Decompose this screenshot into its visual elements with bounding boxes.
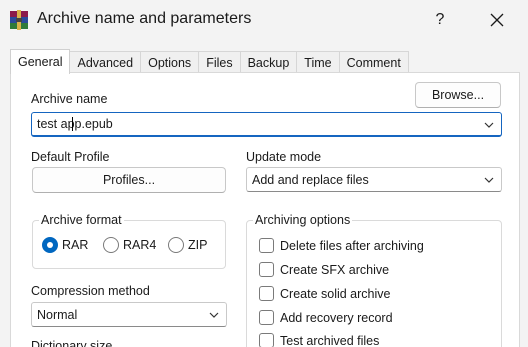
radio-rar-label: RAR xyxy=(62,238,89,252)
radio-rar[interactable]: RAR xyxy=(42,237,88,253)
default-profile-label: Default Profile xyxy=(31,150,110,164)
archive-name-combobox[interactable]: test app.epub xyxy=(31,112,502,137)
help-button[interactable]: ? xyxy=(418,6,462,34)
close-button[interactable] xyxy=(475,6,519,34)
checkbox-icon xyxy=(259,238,274,253)
tab-options[interactable]: Options xyxy=(140,51,200,73)
compression-method-label: Compression method xyxy=(31,284,150,298)
tab-advanced[interactable]: Advanced xyxy=(69,51,142,73)
checkbox-test-files[interactable]: Test archived files xyxy=(259,333,379,347)
tab-files[interactable]: Files xyxy=(198,51,241,73)
radio-rar4-label: RAR4 xyxy=(123,238,157,252)
archive-format-group: Archive format RAR RAR4 ZIP xyxy=(32,213,226,269)
archive-name-label: Archive name xyxy=(31,92,108,106)
checkbox-delete-files[interactable]: Delete files after archiving xyxy=(259,238,424,253)
radio-unselected-icon xyxy=(168,237,184,253)
checkbox-create-sfx[interactable]: Create SFX archive xyxy=(259,262,389,277)
chevron-down-icon xyxy=(484,177,494,183)
checkbox-icon xyxy=(259,262,274,277)
chevron-down-icon xyxy=(209,312,219,318)
winrar-app-icon xyxy=(10,10,28,30)
checkbox-icon xyxy=(259,310,274,325)
radio-zip-label: ZIP xyxy=(188,238,208,252)
archive-name-value: test app.epub xyxy=(37,117,113,131)
window-title: Archive name and parameters xyxy=(37,10,252,27)
tab-bar: General Advanced Options Files Backup Ti… xyxy=(10,49,409,74)
profiles-button[interactable]: Profiles... xyxy=(32,167,226,193)
archiving-options-group: Archiving options Delete files after arc… xyxy=(246,213,502,347)
close-icon xyxy=(490,13,504,27)
radio-unselected-icon xyxy=(103,237,119,253)
compression-method-value: Normal xyxy=(37,307,78,322)
tab-time[interactable]: Time xyxy=(296,51,340,73)
radio-rar4[interactable]: RAR4 xyxy=(103,237,156,253)
checkbox-solid-archive[interactable]: Create solid archive xyxy=(259,286,390,301)
checkbox-create-sfx-label: Create SFX archive xyxy=(280,262,390,277)
compression-method-select[interactable]: Normal xyxy=(31,302,227,327)
title-bar: Archive name and parameters ? xyxy=(0,0,528,40)
checkbox-test-files-label: Test archived files xyxy=(280,333,380,347)
tab-general[interactable]: General xyxy=(10,49,71,74)
chevron-down-icon[interactable] xyxy=(483,119,495,131)
checkbox-delete-files-label: Delete files after archiving xyxy=(280,238,424,253)
update-mode-select[interactable]: Add and replace files xyxy=(246,167,502,192)
checkbox-recovery-record-label: Add recovery record xyxy=(280,310,393,325)
radio-zip[interactable]: ZIP xyxy=(168,237,207,253)
dictionary-size-label: Dictionary size xyxy=(31,339,113,347)
checkbox-solid-archive-label: Create solid archive xyxy=(280,286,391,301)
checkbox-recovery-record[interactable]: Add recovery record xyxy=(259,310,393,325)
checkbox-icon xyxy=(259,333,274,347)
archive-format-label: Archive format xyxy=(39,213,124,227)
browse-button[interactable]: Browse... xyxy=(415,82,501,108)
archiving-options-label: Archiving options xyxy=(253,213,353,227)
text-cursor xyxy=(72,117,73,131)
update-mode-value: Add and replace files xyxy=(252,172,369,187)
radio-selected-icon xyxy=(42,237,58,253)
general-panel: Archive name Browse... test app.epub Def… xyxy=(10,72,520,347)
update-mode-label: Update mode xyxy=(246,150,322,164)
tab-backup[interactable]: Backup xyxy=(239,51,298,73)
checkbox-icon xyxy=(259,286,274,301)
tab-comment[interactable]: Comment xyxy=(338,51,409,73)
